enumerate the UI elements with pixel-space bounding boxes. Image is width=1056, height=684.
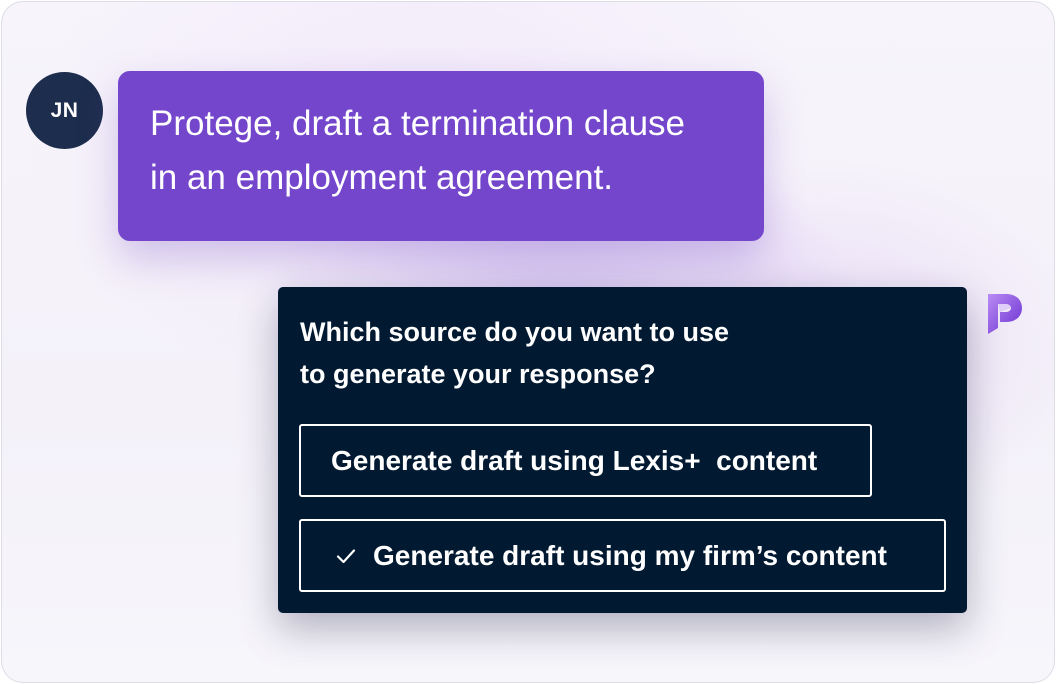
firm-content-option-button[interactable]: Generate draft using my firm’s content xyxy=(299,519,946,592)
lexis-content-option-button[interactable]: Generate draft using Lexis+ content xyxy=(299,424,872,497)
firm-content-option-label: Generate draft using my firm’s content xyxy=(373,539,887,571)
checkmark-icon xyxy=(336,548,356,563)
lexis-content-option-label: Generate draft using Lexis+ content xyxy=(331,444,818,476)
user-message-bubble: Protege, draft a termination clause in a… xyxy=(118,71,764,241)
avatar-initials: JN xyxy=(50,98,79,122)
source-question-line-1: Which source do you want to use xyxy=(300,317,730,347)
user-message-line-2: in an employment agreement. xyxy=(150,158,614,197)
avatar: JN xyxy=(26,72,103,149)
assistant-response-card: Which source do you want to use to gener… xyxy=(278,287,967,613)
chat-window: JN Protege, draft a termination clause i… xyxy=(1,1,1055,683)
protege-logo-icon xyxy=(988,294,1022,334)
source-question-line-2: to generate your response? xyxy=(300,359,656,389)
source-question: Which source do you want to use to gener… xyxy=(300,311,729,395)
user-message-line-1: Protege, draft a termination clause xyxy=(150,104,686,143)
